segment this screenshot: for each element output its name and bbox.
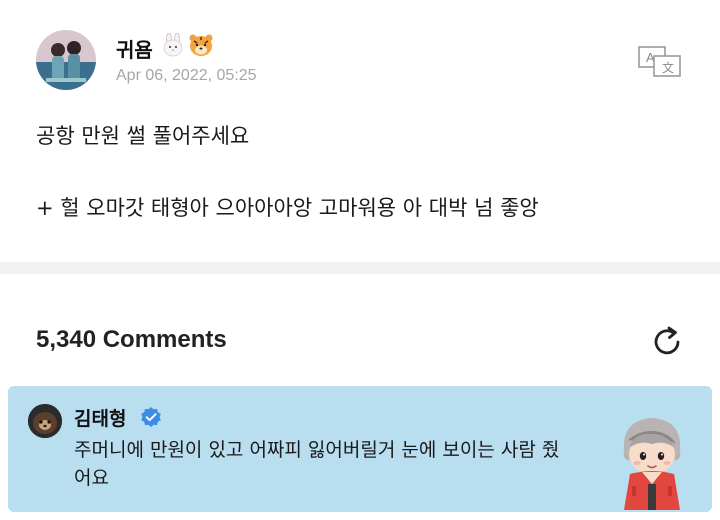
post-timestamp: Apr 06, 2022, 05:25 — [116, 67, 257, 84]
commenter-name[interactable]: 김태형 — [74, 404, 126, 431]
svg-text:文: 文 — [662, 60, 674, 75]
character-sticker-icon — [623, 418, 681, 510]
author-name[interactable]: 귀욤 — [116, 34, 153, 63]
post: 귀욤 Apr 06, 2022, 05:25 A 文 공항 만원 썰 풀어주세요… — [0, 0, 720, 262]
tiger-icon — [189, 34, 213, 56]
translate-icon[interactable]: A 文 — [638, 46, 682, 78]
commenter-avatar[interactable] — [28, 404, 62, 438]
verified-badge-icon — [141, 407, 161, 427]
post-text-line: + 헐 오마갓 태형아 으아아아앙 고마워용 아 대박 넘 좋앙 — [36, 196, 539, 220]
refresh-icon[interactable] — [648, 324, 686, 360]
rabbit-icon — [163, 33, 183, 57]
author-avatar[interactable] — [36, 30, 96, 90]
section-divider — [0, 262, 720, 274]
post-text-line: 공항 만원 썰 풀어주세요 — [36, 124, 250, 148]
featured-comment[interactable]: 김태형 주머니에 만원이 있고 어짜피 잃어버릴거 눈에 보이는 사람 줬어요 — [8, 386, 712, 512]
comment-text: 주머니에 만원이 있고 어짜피 잃어버릴거 눈에 보이는 사람 줬어요 — [74, 439, 560, 489]
comments-count: 5,340 Comments — [36, 326, 227, 353]
